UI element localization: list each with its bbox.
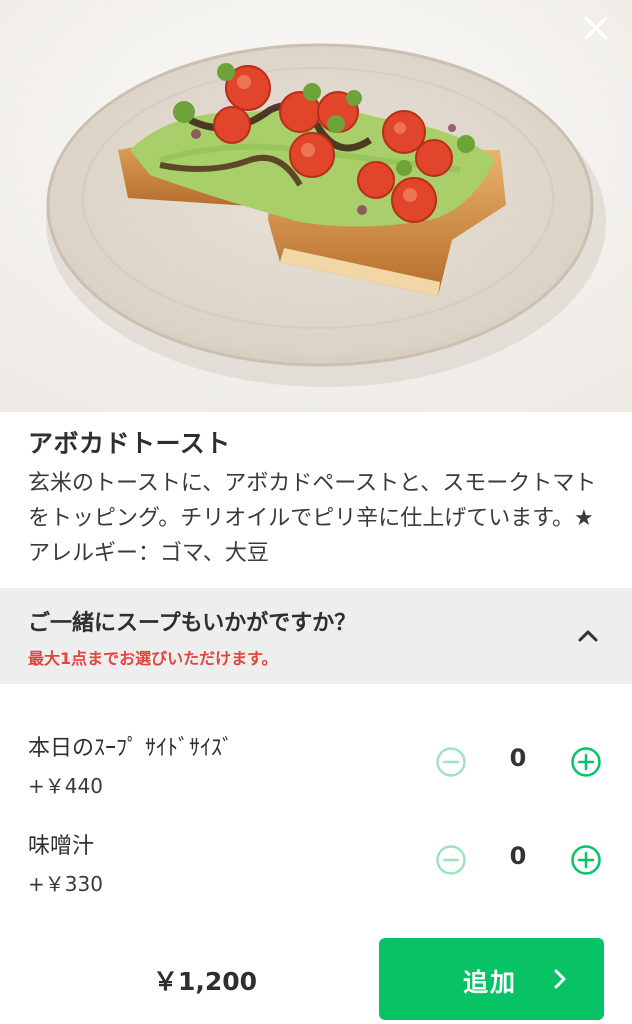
minus-circle-icon: [436, 747, 466, 777]
add-button-label: 追加: [463, 968, 518, 997]
total-price: ￥1,200: [152, 967, 258, 996]
decrement-button[interactable]: [435, 844, 467, 876]
soup-section-title: ご一緒にスープもいかがですか？: [28, 611, 357, 636]
product-photo: [0, 0, 632, 412]
decrement-button[interactable]: [435, 746, 467, 778]
option-name: 本日のｽｰﾌﾟ ｻｲﾄﾞｻｲｽﾞ: [28, 736, 233, 761]
soup-section-header[interactable]: ご一緒にスープもいかがですか？ 最大1点までお選びいただけます。: [0, 588, 632, 684]
chevron-right-icon: [554, 969, 566, 989]
option-price: +￥440: [28, 774, 103, 798]
plus-circle-icon: [571, 845, 601, 875]
chevron-up-icon: [578, 630, 598, 642]
collapse-button[interactable]: [574, 622, 602, 650]
option-price: +￥330: [28, 872, 103, 896]
product-title: アボカドトースト: [28, 429, 231, 458]
quantity-value: 0: [509, 842, 527, 870]
add-to-cart-button[interactable]: 追加: [379, 938, 604, 1020]
option-name: 味噌汁: [28, 834, 95, 859]
increment-button[interactable]: [570, 844, 602, 876]
close-button[interactable]: [578, 10, 614, 46]
quantity-value: 0: [509, 744, 527, 772]
minus-circle-icon: [436, 845, 466, 875]
soup-section-note: 最大1点までお選びいただけます。: [28, 649, 278, 668]
close-icon: [584, 16, 608, 40]
plus-circle-icon: [571, 747, 601, 777]
product-detail-modal: アボカドトースト 玄米のトーストに、アボカドペーストと、スモークトマトをトッピン…: [0, 0, 632, 1024]
option-row: 本日のｽｰﾌﾟ ｻｲﾄﾞｻｲｽﾞ +￥440 0: [0, 730, 632, 810]
product-description: 玄米のトーストに、アボカドペーストと、スモークトマトをトッピング。チリオイルでピ…: [28, 471, 597, 566]
option-row: 味噌汁 +￥330 0: [0, 828, 632, 908]
increment-button[interactable]: [570, 746, 602, 778]
